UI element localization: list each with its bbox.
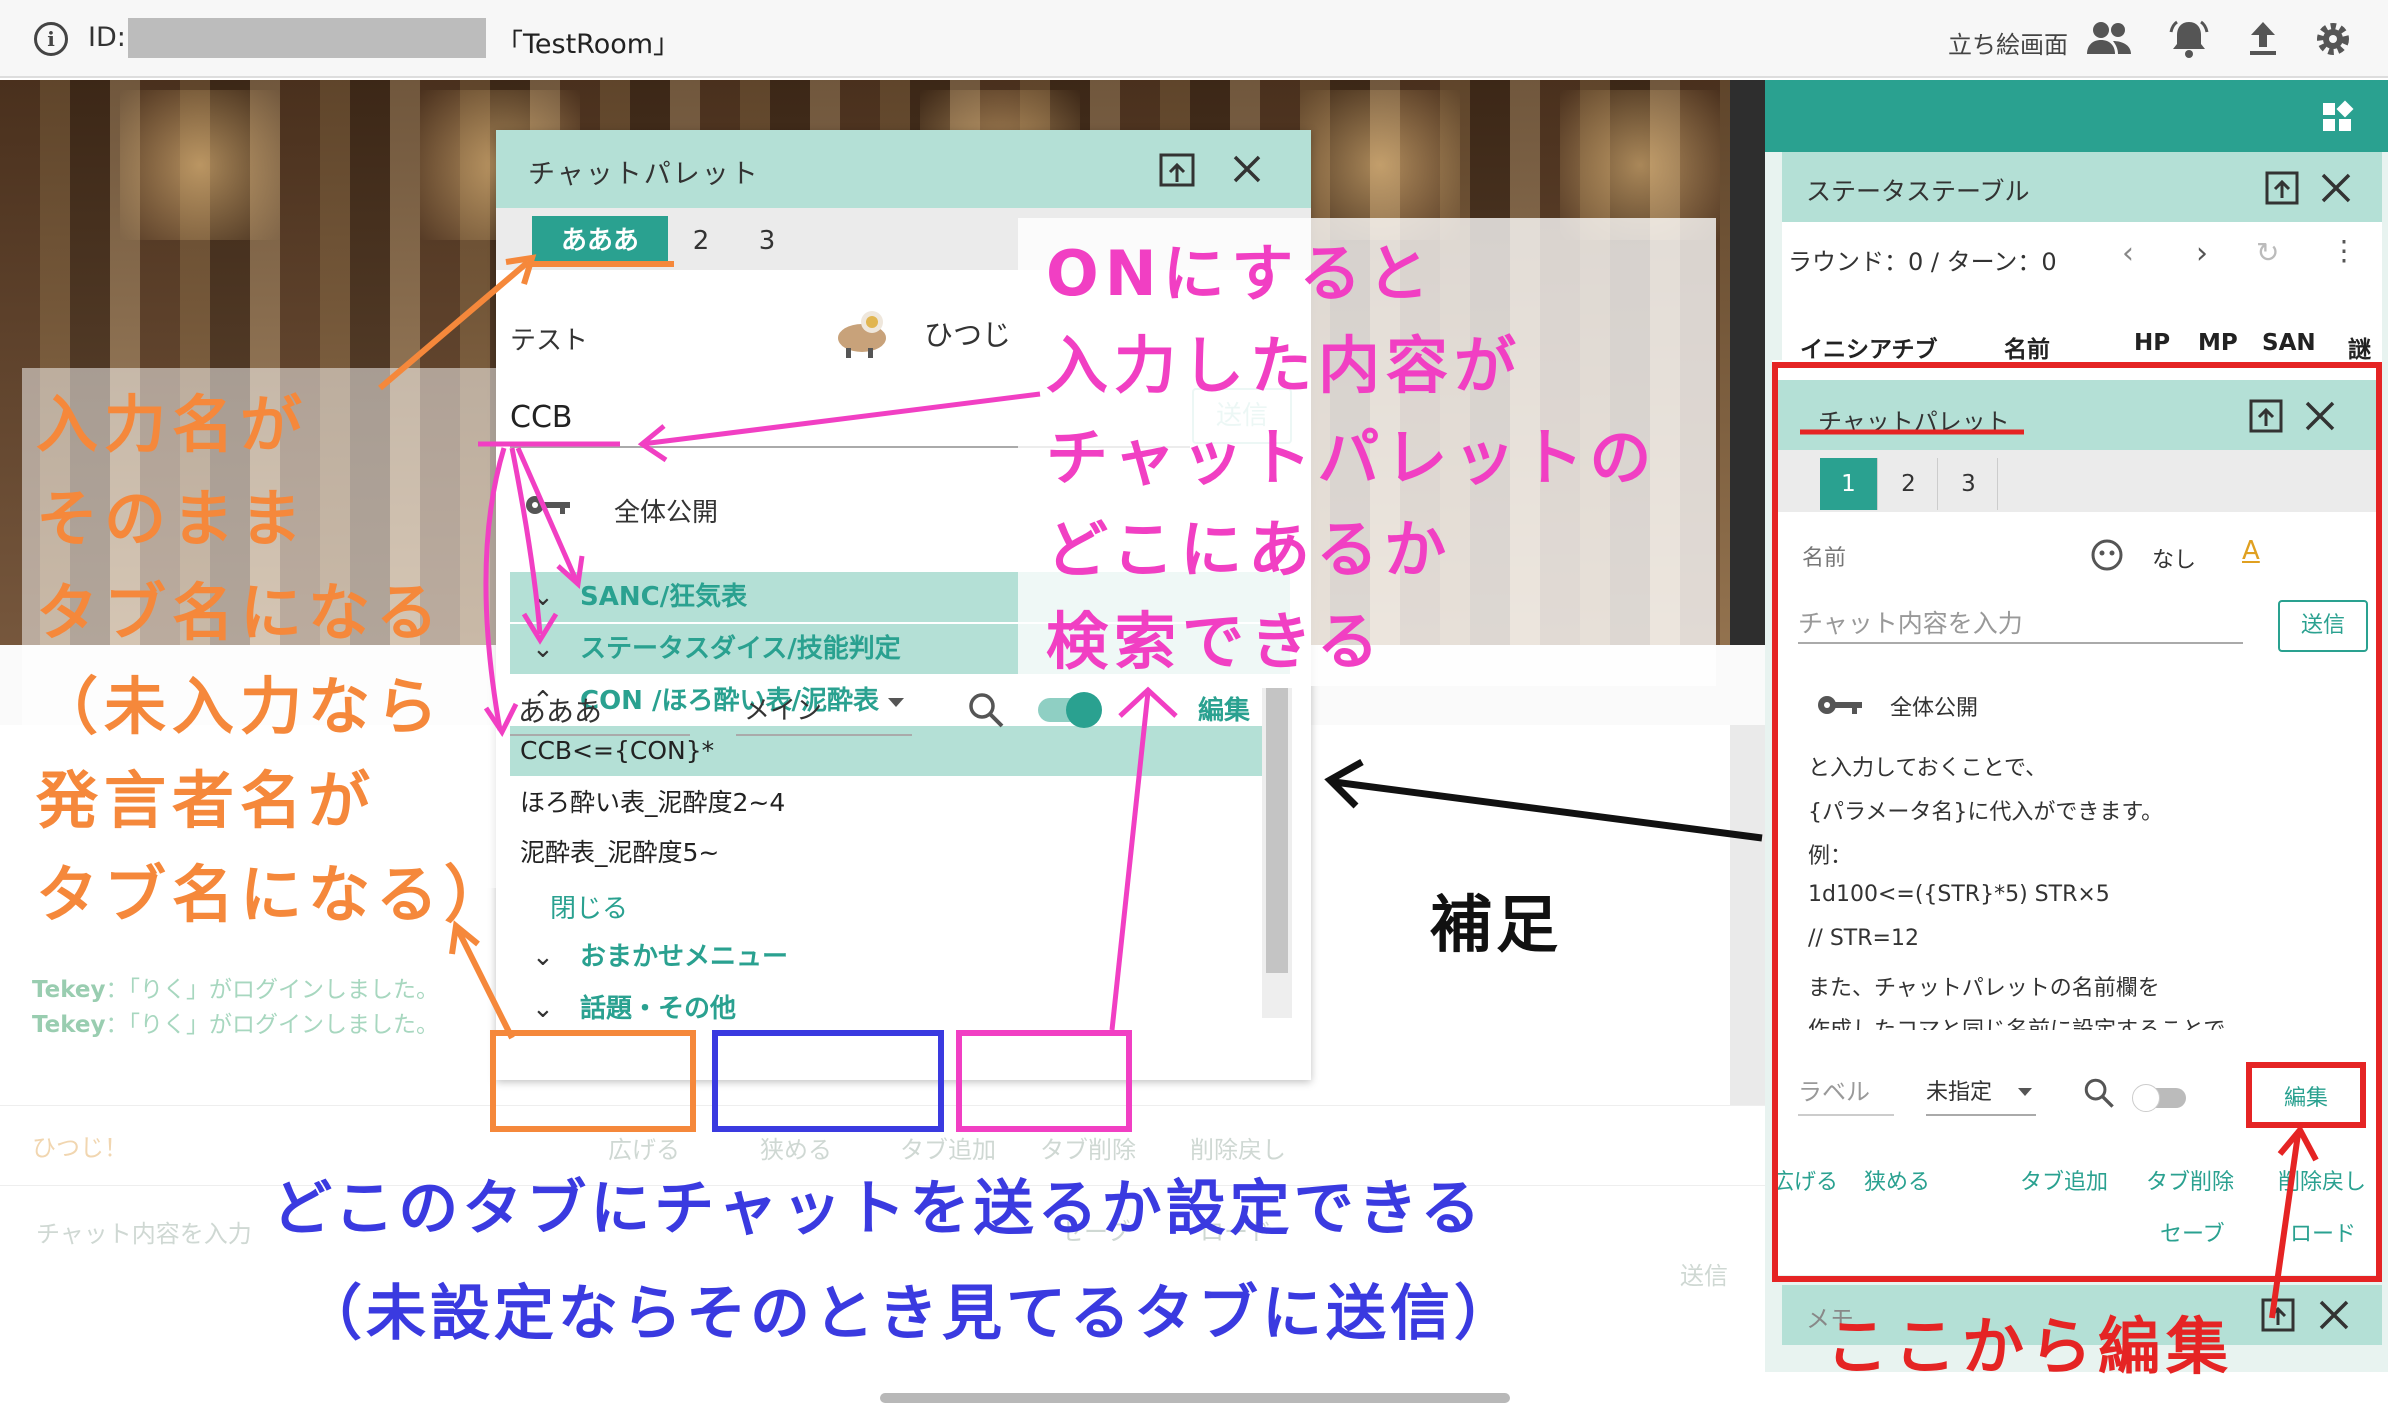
tab-3[interactable]: 3: [736, 216, 798, 266]
chevron-left-icon[interactable]: ‹: [2122, 236, 2134, 271]
chat-input[interactable]: チャット内容を入力: [36, 1214, 252, 1249]
dashboard-icon[interactable]: [2320, 100, 2354, 134]
top-bar: i ID: 「TestRoom」 立ち絵画面: [0, 0, 2388, 78]
col-extra[interactable]: 謎: [2348, 330, 2371, 364]
log-line: Tekey：「りく」がログインしました。: [32, 1012, 440, 1038]
target-tab-value: メイン: [744, 696, 823, 726]
room-id-redaction: [128, 18, 486, 58]
annotation-pink: ONにすると 入力した内容が チャットパレットの どこにあるか 検索できる: [1046, 237, 1658, 678]
close-icon[interactable]: [2316, 1297, 2352, 1333]
upload-icon[interactable]: [2240, 18, 2286, 60]
close-icon[interactable]: [1230, 152, 1264, 186]
chevron-down-icon: ⌄: [532, 634, 554, 664]
log-line: Tekey：「りく」がログインしました。: [32, 977, 440, 1003]
info-icon[interactable]: i: [34, 22, 68, 56]
tab-2[interactable]: 2: [670, 216, 732, 266]
name-field[interactable]: テスト: [510, 320, 588, 357]
dropdown-caret-icon: [888, 698, 904, 707]
palette-item[interactable]: 泥酔表_泥酔度5~: [510, 828, 1290, 878]
popout-icon[interactable]: [2260, 1297, 2296, 1333]
palette-item[interactable]: ほろ酔い表_泥酔度2~4: [510, 778, 1290, 828]
round-turn: ラウンド：0 / ターン：0: [1788, 248, 2057, 276]
toggle-knob: [1066, 692, 1102, 728]
annotation-orange: 入力名が そのまま タブ名になる （未入力なら 発言者名が タブ名になる）: [36, 388, 513, 931]
col-name[interactable]: 名前: [2004, 330, 2050, 364]
send-button[interactable]: 送信: [1680, 1256, 1728, 1291]
col-san[interactable]: SAN: [2262, 330, 2316, 356]
character-name[interactable]: ひつじ: [924, 312, 1011, 354]
chevron-right-icon[interactable]: ›: [2196, 236, 2208, 271]
search-toggle[interactable]: [1038, 692, 1102, 728]
status-table-header: ステータステーブル: [1782, 152, 2382, 222]
close-icon[interactable]: [2318, 170, 2354, 206]
col-initiative[interactable]: イニシアチブ: [1800, 330, 1938, 364]
home-indicator: [880, 1393, 1510, 1403]
annotation-black: 補足: [1430, 888, 1563, 961]
chat-palette-title: チャットパレット: [528, 159, 760, 190]
refresh-icon[interactable]: ↻: [2256, 236, 2279, 269]
room-id-label: ID:: [88, 22, 126, 53]
highlight-edit-button: [2246, 1062, 2366, 1128]
chevron-down-icon: ⌄: [532, 942, 554, 972]
visibility-label[interactable]: 全体公開: [614, 492, 718, 529]
col-hp[interactable]: HP: [2134, 330, 2170, 356]
more-icon[interactable]: ⋮: [2330, 234, 2358, 267]
status-table-window: ステータステーブル ラウンド：0 / ターン：0 ‹ › ↻ ⋮ イニシアチブ …: [1782, 152, 2382, 397]
palette-scrollbar[interactable]: [1262, 688, 1292, 1018]
target-tab-select[interactable]: メイン: [736, 680, 912, 736]
key-icon[interactable]: [524, 492, 572, 518]
scrollbar-thumb[interactable]: [1266, 688, 1288, 973]
highlight-target-tab: [712, 1030, 944, 1132]
sheep-avatar[interactable]: [832, 300, 892, 360]
portrait-mode-button[interactable]: 立ち絵画面: [1948, 25, 2068, 60]
palette-group[interactable]: ⌄ 話題・その他: [510, 984, 1290, 1022]
highlight-side-palette: [1772, 362, 2382, 1282]
side-panel-header: [1765, 80, 2388, 152]
highlight-search-toggle: [956, 1030, 1132, 1132]
palette-group[interactable]: ⌄ おまかせメニュー: [510, 932, 1290, 982]
annotation-red: ここから編集: [1826, 1310, 2235, 1383]
col-mp[interactable]: MP: [2198, 330, 2238, 356]
edit-button[interactable]: 編集: [1198, 690, 1250, 727]
room-name: 「TestRoom」: [496, 29, 681, 60]
gear-icon[interactable]: [2310, 18, 2356, 60]
users-icon[interactable]: [2086, 18, 2132, 60]
chat-palette-header: チャットパレット: [496, 130, 1311, 208]
annotation-blue: どこのタブにチャットを送るか設定できる （未設定ならそのとき見てるタブに送信）: [272, 1174, 1518, 1349]
popout-icon[interactable]: [1158, 152, 1196, 188]
chevron-down-icon: ⌄: [532, 994, 554, 1022]
sender-name[interactable]: ひつじ！: [32, 1128, 128, 1163]
status-table-title: ステータステーブル: [1806, 177, 2030, 206]
chevron-down-icon: ⌄: [532, 582, 554, 612]
popout-icon[interactable]: [2264, 170, 2300, 206]
tab-name-input[interactable]: あああ: [510, 680, 690, 736]
highlight-tab-name: [490, 1030, 696, 1132]
bell-icon[interactable]: [2166, 18, 2212, 60]
close-group-link[interactable]: 閉じる: [550, 888, 628, 925]
tab-aaa[interactable]: あああ: [532, 216, 668, 266]
search-icon[interactable]: [966, 690, 1006, 730]
